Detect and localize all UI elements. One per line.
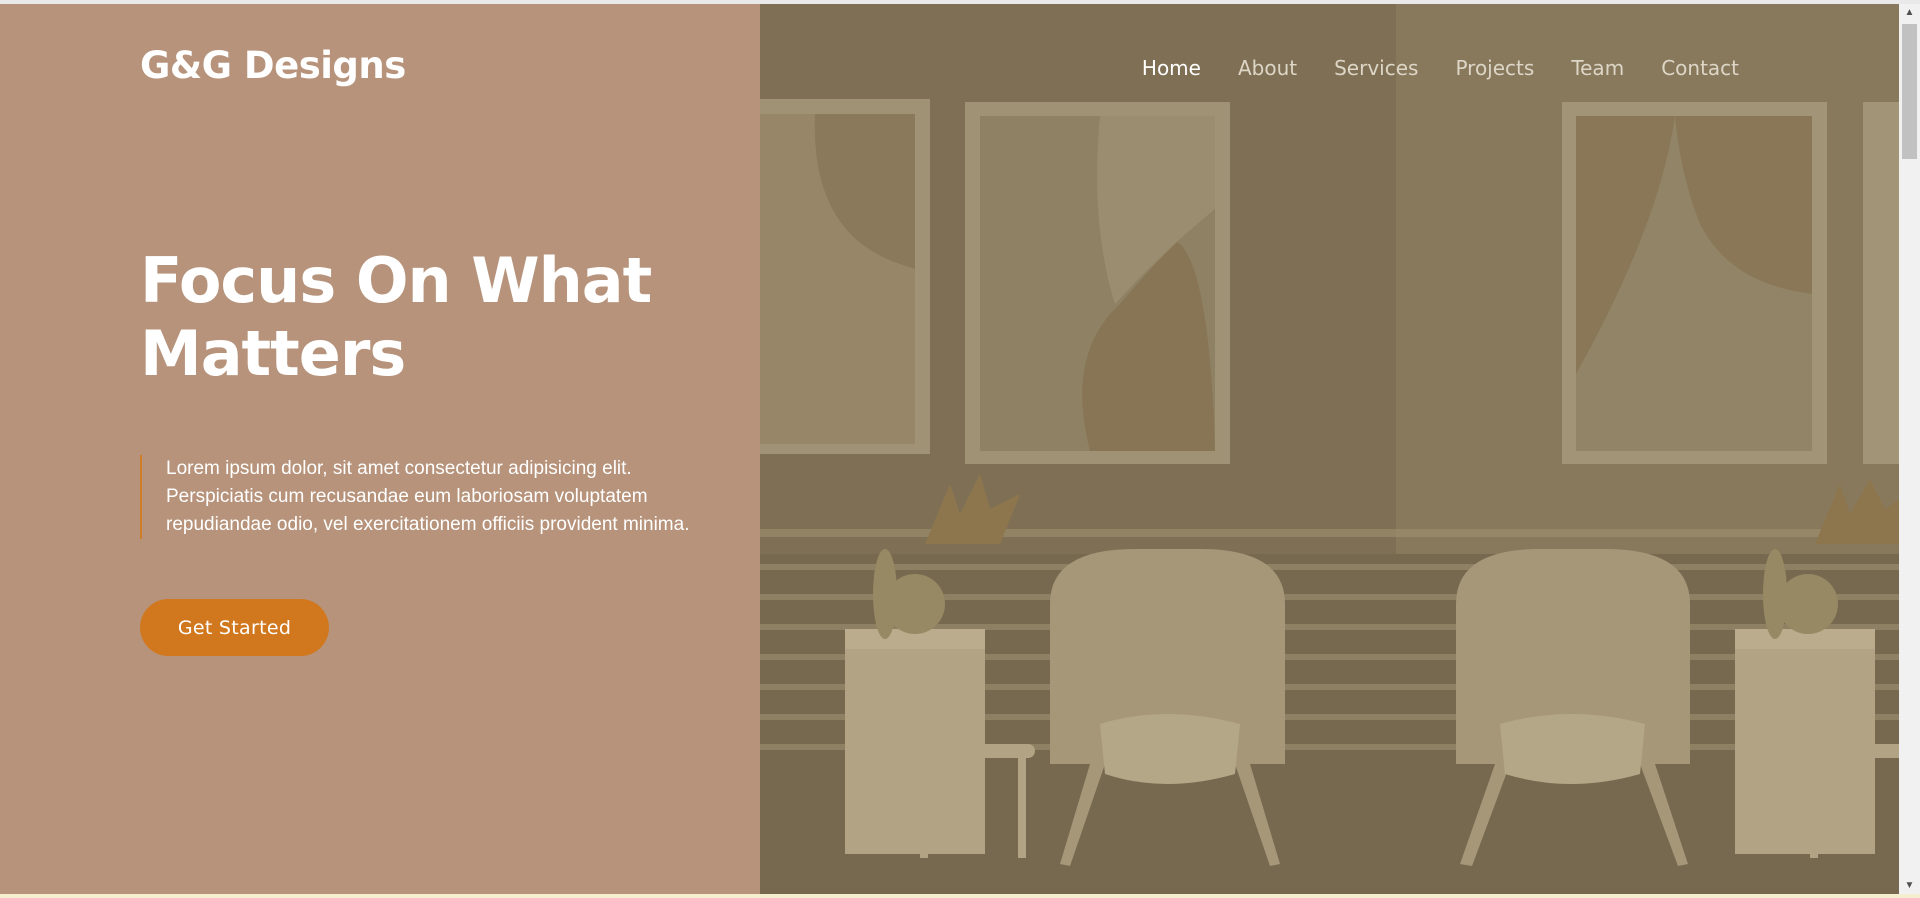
brand-logo[interactable]: G&G Designs	[140, 44, 406, 87]
vertical-scrollbar[interactable]: ▲ ▼	[1899, 4, 1920, 894]
hero-description: Lorem ipsum dolor, sit amet consectetur …	[140, 455, 696, 539]
arrow-down-icon[interactable]: ▼	[1899, 877, 1920, 894]
arrow-up-icon[interactable]: ▲	[1899, 4, 1920, 21]
nav-link-team[interactable]: Team	[1571, 56, 1624, 80]
interior-illustration	[760, 4, 1899, 894]
nav-link-home[interactable]: Home	[1142, 56, 1201, 80]
hero-image	[760, 4, 1899, 894]
hero-left-panel: G&G Designs Focus On What Matters Lorem …	[0, 4, 760, 894]
nav-link-about[interactable]: About	[1238, 56, 1297, 80]
scrollbar-thumb[interactable]	[1902, 24, 1917, 159]
hero-section: G&G Designs Focus On What Matters Lorem …	[0, 4, 1899, 894]
get-started-button[interactable]: Get Started	[140, 599, 329, 656]
hero-title: Focus On What Matters	[140, 244, 652, 390]
nav-link-services[interactable]: Services	[1334, 56, 1418, 80]
nav-link-projects[interactable]: Projects	[1455, 56, 1534, 80]
nav-link-contact[interactable]: Contact	[1661, 56, 1739, 80]
main-nav: Home About Services Projects Team Contac…	[1142, 56, 1739, 80]
